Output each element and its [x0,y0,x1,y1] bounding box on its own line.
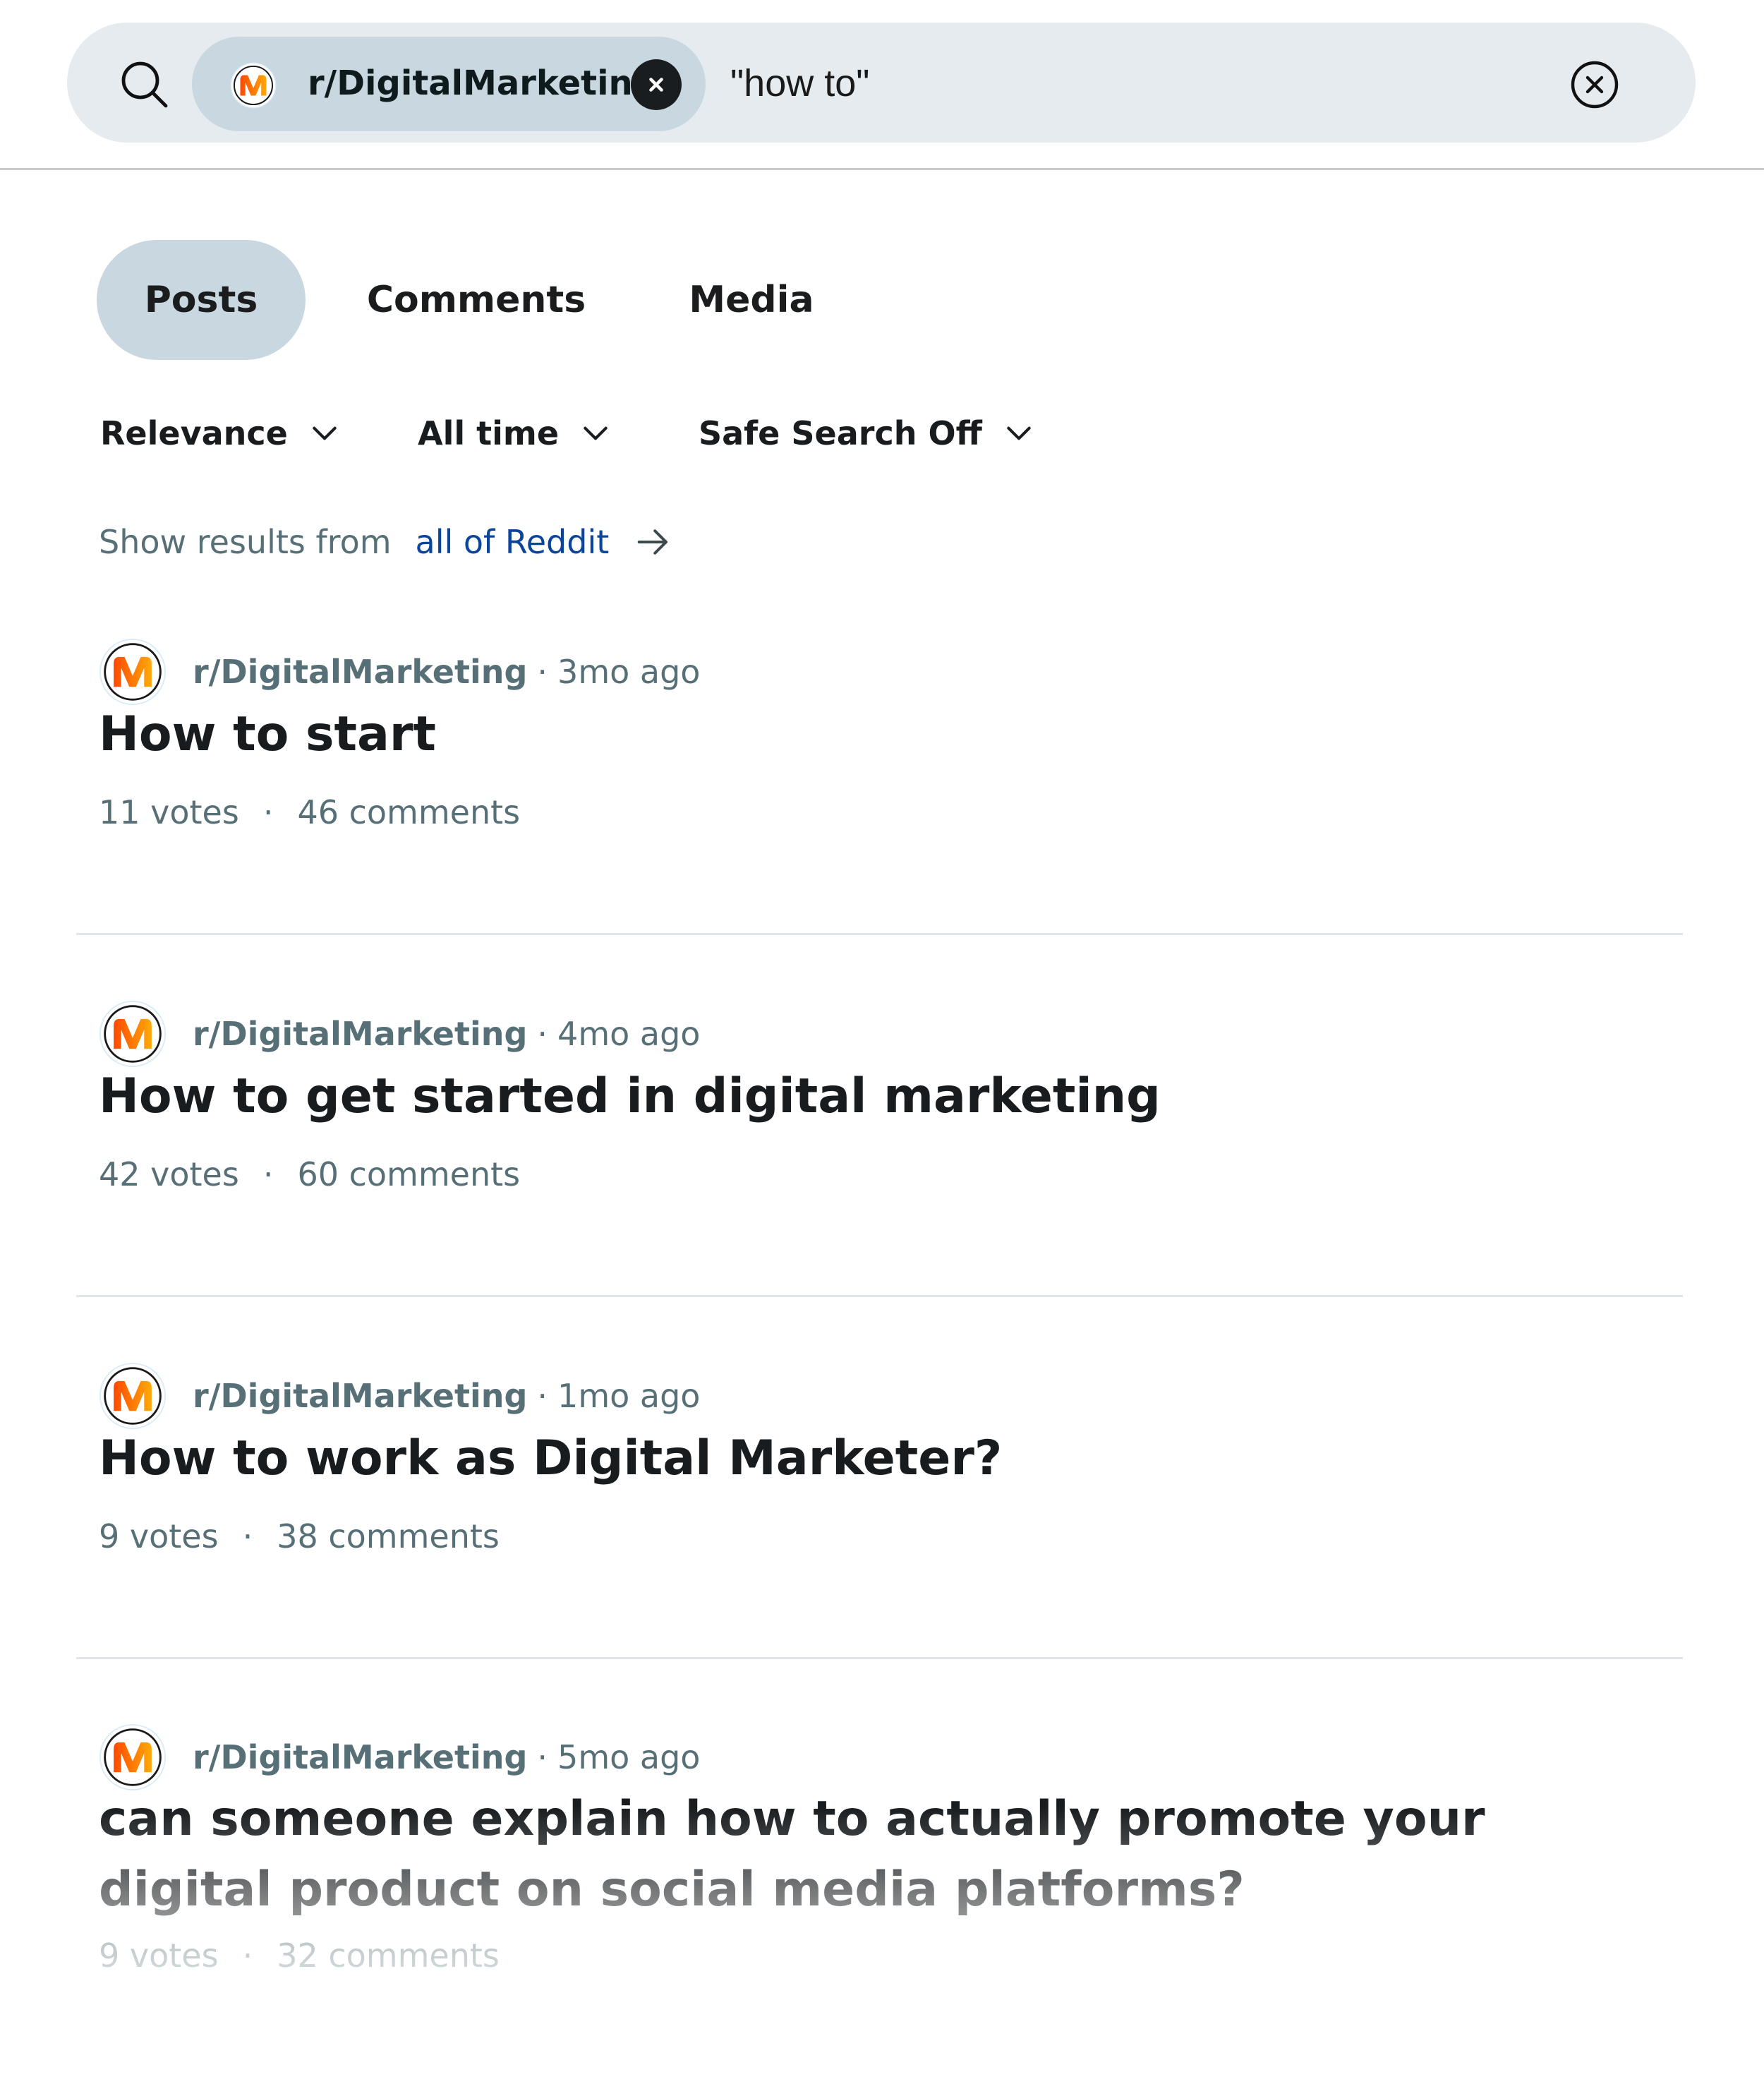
subreddit-avatar-icon[interactable] [99,1000,167,1068]
separator: · [262,793,274,831]
scope-prefix: Show results from [99,523,392,561]
post-timestamp: 5mo ago [557,1738,701,1776]
separator: · [242,1937,253,1975]
post-header: r/DigitalMarketing · 1mo ago [99,1361,700,1431]
time-range-dropdown[interactable]: All time [418,405,611,462]
sort-label: Relevance [100,414,288,452]
search-input[interactable]: "how to" [730,55,869,112]
post-title[interactable]: How to work as Digital Marketer? [99,1423,1616,1495]
remove-scope-button[interactable] [631,59,682,110]
post-subreddit-link[interactable]: r/DigitalMarketing [193,653,527,691]
post-header: r/DigitalMarketing · 4mo ago [99,999,700,1069]
separator: · [262,1155,274,1193]
post-comments-count: 38 comments [277,1517,500,1555]
post-stats: 42 votes · 60 comments [99,1155,520,1193]
subreddit-avatar-icon [230,62,277,109]
tab-comments[interactable]: Comments [353,240,600,360]
show-results-scope: Show results from all of Reddit [99,514,672,570]
post-timestamp: 3mo ago [557,653,701,691]
post-stats: 9 votes · 32 comments [99,1937,500,1975]
post-divider [76,933,1683,935]
close-icon [649,78,663,92]
search-result-post[interactable]: r/DigitalMarketing · 5mo ago can someone… [99,1722,1683,2084]
post-title[interactable]: How to get started in digital marketing [99,1061,1616,1133]
safe-search-label: Safe Search Off [699,414,982,452]
tab-media[interactable]: Media [670,240,833,360]
all-of-reddit-link[interactable]: all of Reddit [416,523,610,561]
post-votes: 9 votes [99,1517,219,1555]
scope-chip-label: r/DigitalMarketing [308,64,658,103]
clear-circle-x-icon [1571,61,1619,109]
separator: · [242,1517,253,1555]
arrow-right-icon[interactable] [634,523,672,561]
post-title[interactable]: How to start [99,699,1616,771]
chevron-down-icon [580,418,611,449]
post-comments-count: 32 comments [277,1937,500,1975]
post-votes: 42 votes [99,1155,239,1193]
post-comments-count: 46 comments [297,793,521,831]
subreddit-avatar-icon[interactable] [99,638,167,706]
separator: · [537,1015,548,1053]
sort-relevance-dropdown[interactable]: Relevance [100,405,340,462]
time-range-label: All time [418,414,560,452]
search-result-post[interactable]: r/DigitalMarketing · 3mo ago How to star… [99,637,1683,999]
post-subreddit-link[interactable]: r/DigitalMarketing [193,1738,527,1776]
post-stats: 9 votes · 38 comments [99,1517,500,1555]
chevron-down-icon [1003,418,1034,449]
post-votes: 9 votes [99,1937,219,1975]
separator: · [537,653,548,691]
search-icon [116,56,173,113]
post-timestamp: 4mo ago [557,1015,701,1053]
header-divider [0,168,1764,170]
subreddit-avatar-icon[interactable] [99,1362,167,1430]
separator: · [537,1738,548,1776]
post-stats: 11 votes · 46 comments [99,793,520,831]
post-header: r/DigitalMarketing · 5mo ago [99,1722,700,1793]
separator: · [537,1377,548,1415]
post-divider [76,1657,1683,1659]
post-subreddit-link[interactable]: r/DigitalMarketing [193,1377,527,1415]
post-timestamp: 1mo ago [557,1377,701,1415]
tab-posts[interactable]: Posts [97,240,306,360]
search-result-post[interactable]: r/DigitalMarketing · 4mo ago How to get … [99,999,1683,1361]
subreddit-avatar-icon[interactable] [99,1723,167,1791]
search-result-post[interactable]: r/DigitalMarketing · 1mo ago How to work… [99,1361,1683,1723]
post-divider [76,1295,1683,1297]
safe-search-dropdown[interactable]: Safe Search Off [699,405,1034,462]
chevron-down-icon [309,418,340,449]
post-header: r/DigitalMarketing · 3mo ago [99,637,700,707]
post-votes: 11 votes [99,793,239,831]
clear-search-button[interactable] [1569,59,1620,110]
post-comments-count: 60 comments [297,1155,521,1193]
post-title[interactable]: can someone explain how to actually prom… [99,1784,1616,1925]
post-subreddit-link[interactable]: r/DigitalMarketing [193,1015,527,1053]
